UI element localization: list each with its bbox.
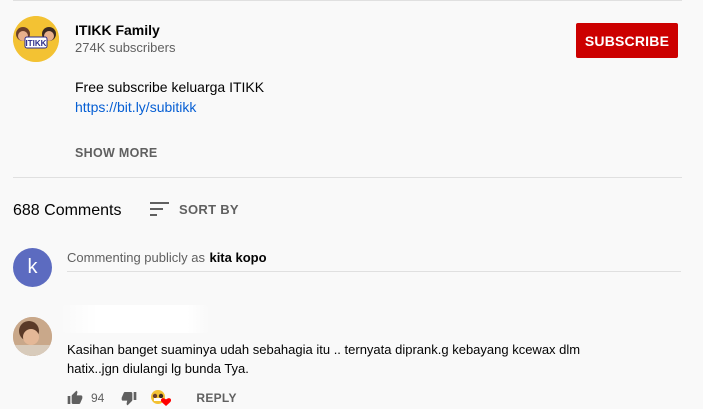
channel-avatar[interactable]: ITIKK [13,16,59,62]
comment-input[interactable]: Commenting publicly as kita kopo [67,249,681,272]
sort-by-label: SORT BY [179,201,239,217]
sort-icon [150,201,170,217]
comment-count: 688 Comments [13,202,122,219]
thumbs-down-icon[interactable] [121,390,137,406]
comment-input-prefix: Commenting publicly as [67,250,206,265]
description-link[interactable]: https://bit.ly/subitikk [75,99,196,115]
top-divider [13,0,682,1]
user-avatar: k [13,248,52,287]
thumbs-up-icon[interactable] [67,390,83,406]
redacted-author-name [60,305,210,333]
comment-text: Kasihan banget suaminya udah sebahagia i… [67,342,581,376]
channel-logo-text: ITIKK [26,39,47,48]
description-divider [13,177,682,178]
commenter-avatar[interactable] [13,317,52,356]
comment-actions: 94 REPLY [67,389,237,407]
comment-input-username: kita kopo [209,250,267,265]
reply-button[interactable]: REPLY [196,391,236,405]
like-count: 94 [91,391,105,405]
subscribe-button[interactable]: SUBSCRIBE [576,23,678,58]
subscriber-count: 274K subscribers [75,40,176,55]
sort-by-button[interactable]: SORT BY [150,201,239,217]
channel-name[interactable]: ITIKK Family [75,22,160,38]
description-text: Free subscribe keluarga ITIKK [75,79,265,95]
show-more-button[interactable]: SHOW MORE [75,146,158,160]
creator-heart-icon [150,389,172,407]
